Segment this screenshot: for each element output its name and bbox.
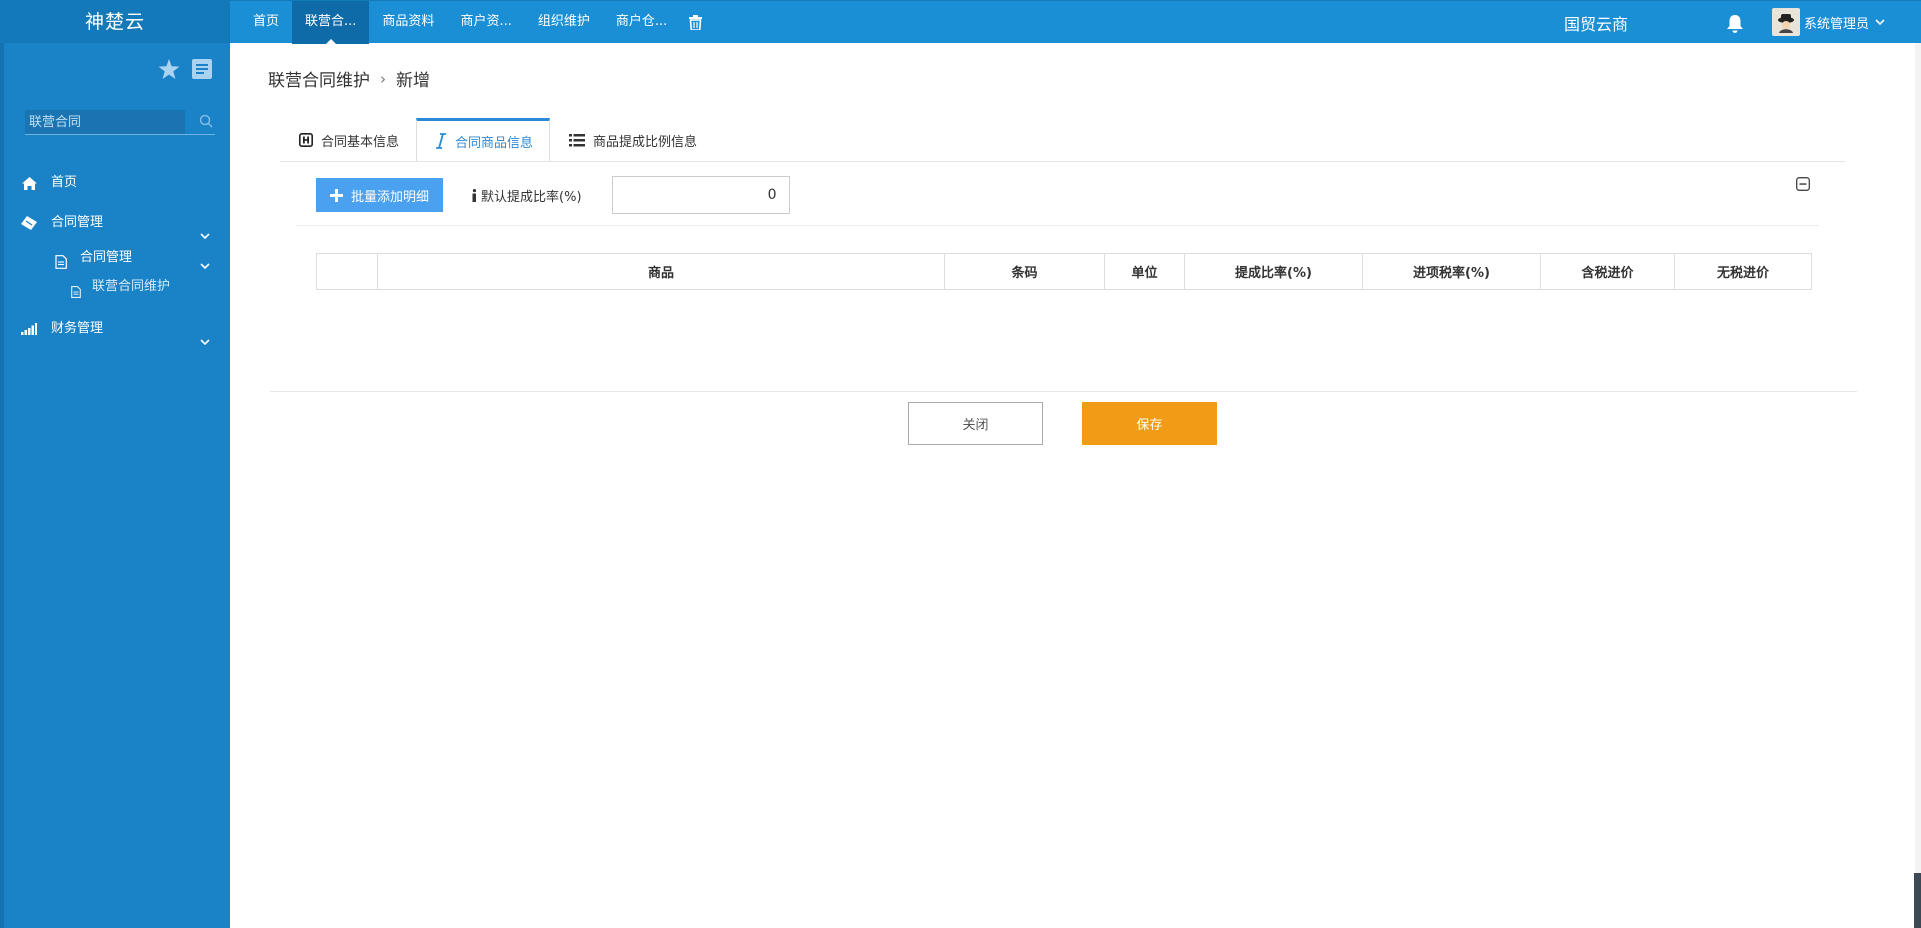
breadcrumb: 联营合同维护 › 新增 [268,66,430,92]
column-header-tax-exclusive-price[interactable]: 无税进价 [1674,253,1812,290]
default-rate-input[interactable] [611,176,790,214]
goods-toolbar: 批量添加明细 默认提成比率(%) [316,176,790,214]
list-icon [569,133,586,147]
breadcrumb-current: 新增 [396,71,430,91]
nav-item-goods[interactable]: 商品资料 [369,1,447,44]
sidebar-item-label: 合同管理 [51,215,104,230]
top-nav: 首页 联营合... 商品资料 商户资... 组织维护 商户仓... [240,1,710,45]
brand-logo[interactable]: 神楚云 [0,1,230,44]
search-icon[interactable] [199,114,213,132]
column-header-goods[interactable]: 商品 [377,253,945,290]
plus-icon [330,188,343,202]
org-name: 国贸云商 [1564,15,1629,34]
breadcrumb-parent[interactable]: 联营合同维护 [268,66,370,91]
ticket-icon [21,216,37,230]
default-rate-text: 默认提成比率(%) [481,189,582,205]
h-square-icon [299,133,313,147]
default-rate-label: 默认提成比率(%) [472,186,582,205]
sidebar-menu: 首页 合同管理 合同管理 联营合同维护 财务管理 [4,163,230,349]
collapse-icon[interactable] [1796,177,1810,191]
sidebar-search-input[interactable] [25,110,185,134]
goods-table: 商品 条码 单位 提成比率(%) 进项税率(%) 含税进价 无税进价 [316,253,1812,290]
nav-item-joint-contract[interactable]: 联营合... [292,1,370,45]
nav-item-org[interactable]: 组织维护 [525,1,603,44]
sidebar-item-label: 合同管理 [80,250,133,265]
document-icon [71,281,81,309]
scrollbar-thumb[interactable] [1914,873,1921,928]
trash-icon[interactable] [680,1,710,44]
tab-divider [280,161,1845,162]
sidebar-shortcuts [158,59,212,84]
signal-bars-icon [21,322,37,336]
top-bar: 神楚云 首页 联营合... 商品资料 商户资... 组织维护 商户仓... 国贸… [0,0,1921,45]
table-header-row: 商品 条码 单位 提成比率(%) 进项税率(%) 含税进价 无税进价 [316,253,1812,290]
tab-label: 合同商品信息 [455,135,534,151]
batch-add-button[interactable]: 批量添加明细 [316,178,444,212]
column-header-unit[interactable]: 单位 [1104,253,1185,290]
tab-bar: 合同基本信息 合同商品信息 商品提成比例信息 [280,118,714,162]
sidebar-search [25,110,215,135]
column-header-barcode[interactable]: 条码 [944,253,1105,290]
page-scrollbar[interactable] [1915,43,1921,928]
chevron-down-icon [1875,15,1885,30]
user-name: 系统管理员 [1804,16,1870,32]
avatar [1772,8,1800,36]
footer-divider [270,391,1857,392]
home-icon [21,176,37,190]
close-button[interactable]: 关闭 [908,402,1043,445]
italic-i-icon [435,133,447,149]
sidebar-subitem-contract-mgmt[interactable]: 合同管理 [4,243,230,273]
star-icon[interactable] [158,59,180,84]
sidebar-subitem-joint-contract-maint[interactable]: 联营合同维护 [4,273,230,301]
bell-icon[interactable] [1726,14,1746,34]
sidebar: 首页 合同管理 合同管理 联营合同维护 [0,43,230,928]
user-menu[interactable]: 系统管理员 [1772,6,1885,38]
toolbar-divider [296,225,1819,226]
info-icon [472,188,477,202]
sidebar-item-home[interactable]: 首页 [4,163,230,203]
chevron-down-icon [200,323,210,363]
nav-item-merchant[interactable]: 商户资... [447,1,524,44]
nav-item-warehouse[interactable]: 商户仓... [603,1,680,44]
sidebar-item-label: 财务管理 [51,321,104,336]
tab-label: 合同基本信息 [321,134,400,150]
batch-add-label: 批量添加明细 [351,189,430,205]
breadcrumb-separator: › [380,69,386,88]
column-header-select[interactable] [316,253,378,290]
sidebar-item-contract-mgmt[interactable]: 合同管理 [4,203,230,243]
tab-commission-ratio[interactable]: 商品提成比例信息 [550,118,714,162]
column-header-commission-rate[interactable]: 提成比率(%) [1184,253,1363,290]
notes-icon[interactable] [192,59,212,84]
sidebar-item-finance[interactable]: 财务管理 [4,309,230,349]
sidebar-item-label: 联营合同维护 [92,279,171,294]
tab-goods-info[interactable]: 合同商品信息 [416,118,551,162]
nav-item-home[interactable]: 首页 [240,1,292,44]
column-header-input-tax-rate[interactable]: 进项税率(%) [1362,253,1541,290]
tab-basic-info[interactable]: 合同基本信息 [280,118,416,162]
sidebar-item-label: 首页 [51,175,78,190]
save-button[interactable]: 保存 [1082,402,1217,445]
column-header-tax-inclusive-price[interactable]: 含税进价 [1540,253,1675,290]
tab-label: 商品提成比例信息 [593,134,698,150]
